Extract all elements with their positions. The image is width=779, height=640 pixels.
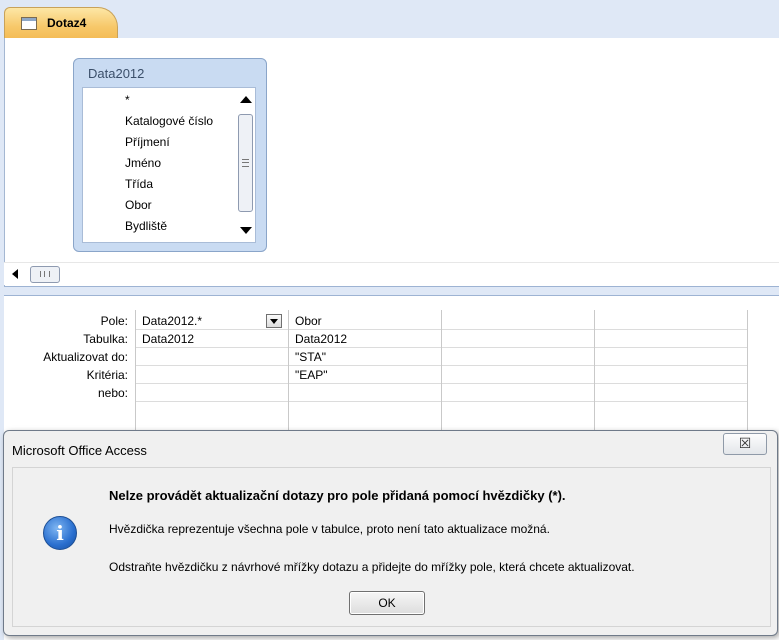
grid-cell-aktualizovat[interactable] xyxy=(595,349,748,366)
grid-cell-kriteria[interactable]: "EAP" xyxy=(289,367,442,384)
scroll-thumb[interactable] xyxy=(238,114,253,212)
scroll-up-arrow-icon[interactable] xyxy=(240,96,252,103)
grid-cell-nebo[interactable] xyxy=(595,385,748,402)
field-list-title: Data2012 xyxy=(88,66,145,81)
close-button[interactable]: ☒ xyxy=(723,433,767,455)
field-item-jmeno[interactable]: Jméno xyxy=(83,153,235,174)
tab-label: Dotaz4 xyxy=(47,16,87,30)
grid-cell-tabulka[interactable] xyxy=(595,331,748,348)
row-label-nebo: nebo: xyxy=(97,386,128,400)
field-item-star[interactable]: * xyxy=(83,90,235,111)
grid-cell-aktualizovat[interactable]: "STA" xyxy=(289,349,442,366)
message-line-2: Odstraňte hvězdičku z návrhové mřížky do… xyxy=(109,560,635,574)
row-label-kriteria: Kritéria: xyxy=(86,368,128,382)
scroll-down-arrow-icon[interactable] xyxy=(240,227,252,234)
grip-icon xyxy=(40,271,50,277)
grid-cell-nebo[interactable] xyxy=(289,385,442,402)
query-icon xyxy=(21,17,37,30)
dialog-body: i Nelze provádět aktualizační dotazy pro… xyxy=(12,467,771,627)
dialog-title: Microsoft Office Access xyxy=(12,443,147,458)
grid-cell-pole[interactable]: Obor xyxy=(289,313,442,330)
grid-column-2: Obor Data2012 "STA" "EAP" xyxy=(288,310,442,430)
field-item-obor[interactable]: Obor xyxy=(83,195,235,216)
grid-cell-pole[interactable] xyxy=(442,313,595,330)
field-item-prijmeni[interactable]: Příjmení xyxy=(83,132,235,153)
close-icon: ☒ xyxy=(738,435,752,451)
field-item-trida[interactable]: Třída xyxy=(83,174,235,195)
grid-cell-kriteria[interactable] xyxy=(595,367,748,384)
row-label-tabulka: Tabulka: xyxy=(83,332,128,346)
grid-cell-tabulka[interactable]: Data2012 xyxy=(136,331,289,348)
grid-cell-nebo[interactable] xyxy=(442,385,595,402)
field-list-box: * Katalogové číslo Příjmení Jméno Třída … xyxy=(82,87,256,243)
horizontal-scrollbar[interactable] xyxy=(4,262,779,285)
grid-column-1: Data2012.* Data2012 xyxy=(135,310,289,430)
field-item-bydliste[interactable]: Bydliště xyxy=(83,216,235,237)
field-item-katalogove-cislo[interactable]: Katalogové číslo xyxy=(83,111,235,132)
grid-column-4 xyxy=(594,310,748,430)
grid-column-3 xyxy=(441,310,595,430)
grid-column-5 xyxy=(747,310,778,430)
pane-splitter[interactable] xyxy=(4,286,779,296)
field-list-scrollbar[interactable] xyxy=(236,88,255,242)
message-line-1: Hvězdička reprezentuje všechna pole v ta… xyxy=(109,522,550,536)
grid-cell-aktualizovat[interactable] xyxy=(442,349,595,366)
message-dialog: Microsoft Office Access ☒ i Nelze provád… xyxy=(3,430,778,636)
ok-button[interactable]: OK xyxy=(349,591,425,615)
dropdown-arrow-icon[interactable] xyxy=(266,314,282,328)
cell-text: Data2012.* xyxy=(142,314,203,328)
message-heading: Nelze provádět aktualizační dotazy pro p… xyxy=(109,488,566,503)
scroll-left-arrow-icon[interactable] xyxy=(12,269,18,279)
info-glyph: i xyxy=(56,521,64,545)
tab-dotaz4[interactable]: Dotaz4 xyxy=(4,7,118,39)
query-table-pane: Data2012 * Katalogové číslo Příjmení Jmé… xyxy=(4,38,779,286)
grid-cell-tabulka[interactable] xyxy=(442,331,595,348)
grip-icon xyxy=(242,159,249,167)
document-tab-strip: Dotaz4 xyxy=(0,0,779,39)
row-label-pole: Pole: xyxy=(100,314,128,328)
grid-cell-pole[interactable]: Data2012.* xyxy=(136,313,289,330)
grid-cell-kriteria[interactable] xyxy=(442,367,595,384)
grid-cell-nebo[interactable] xyxy=(136,385,289,402)
row-label-aktualizovat: Aktualizovat do: xyxy=(43,350,128,364)
grid-cell-pole[interactable] xyxy=(595,313,748,330)
grid-cell-aktualizovat[interactable] xyxy=(136,349,289,366)
field-list-data2012[interactable]: Data2012 * Katalogové číslo Příjmení Jmé… xyxy=(73,58,267,252)
horizontal-scroll-thumb[interactable] xyxy=(30,266,60,283)
info-icon: i xyxy=(43,516,77,550)
grid-cell-tabulka[interactable]: Data2012 xyxy=(289,331,442,348)
grid-cell-kriteria[interactable] xyxy=(136,367,289,384)
